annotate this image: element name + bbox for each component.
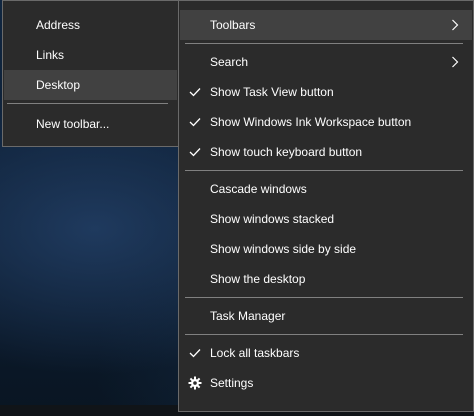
- menu-separator: [185, 43, 463, 44]
- submenu-item-label: Address: [36, 18, 81, 32]
- submenu-item-label: Desktop: [36, 78, 81, 92]
- menu-separator: [185, 297, 463, 298]
- menu-item-label: Toolbars: [210, 18, 256, 32]
- menu-item-label: Settings: [210, 376, 254, 390]
- menu-item-windows-side-by-side[interactable]: Show windows side by side: [180, 234, 472, 264]
- checkmark-icon: [187, 77, 203, 107]
- submenu-item-desktop[interactable]: Desktop: [4, 70, 177, 100]
- menu-item-label: Show the desktop: [210, 272, 306, 286]
- menu-item-show-touch-keyboard[interactable]: Show touch keyboard button: [180, 137, 472, 167]
- menu-item-label: Show Windows Ink Workspace button: [210, 115, 412, 129]
- toolbars-submenu: Address Links Desktop New toolbar...: [2, 0, 179, 147]
- chevron-right-icon: [450, 10, 460, 40]
- menu-item-label: Show windows stacked: [210, 212, 335, 226]
- menu-item-label: Show touch keyboard button: [210, 145, 363, 159]
- menu-item-label: Show Task View button: [210, 85, 334, 99]
- menu-separator: [185, 170, 463, 171]
- menu-item-settings[interactable]: Settings: [180, 368, 472, 398]
- menu-item-label: Search: [210, 55, 249, 69]
- menu-item-label: Lock all taskbars: [210, 346, 300, 360]
- menu-item-search[interactable]: Search: [180, 47, 472, 77]
- gear-icon: [187, 368, 203, 398]
- checkmark-icon: [187, 107, 203, 137]
- submenu-item-new-toolbar[interactable]: New toolbar...: [4, 109, 177, 139]
- menu-item-show-desktop[interactable]: Show the desktop: [180, 264, 472, 294]
- menu-item-windows-stacked[interactable]: Show windows stacked: [180, 204, 472, 234]
- menu-separator: [185, 334, 463, 335]
- chevron-right-icon: [450, 47, 460, 77]
- menu-item-task-manager[interactable]: Task Manager: [180, 301, 472, 331]
- submenu-item-label: New toolbar...: [36, 117, 110, 131]
- checkmark-icon: [187, 137, 203, 167]
- checkmark-icon: [187, 338, 203, 368]
- menu-item-toolbars[interactable]: Toolbars: [180, 10, 472, 40]
- menu-item-label: Task Manager: [210, 309, 286, 323]
- submenu-item-links[interactable]: Links: [4, 40, 177, 70]
- menu-item-lock-taskbars[interactable]: Lock all taskbars: [180, 338, 472, 368]
- menu-item-label: Cascade windows: [210, 182, 307, 196]
- menu-item-show-ink-workspace[interactable]: Show Windows Ink Workspace button: [180, 107, 472, 137]
- menu-item-label: Show windows side by side: [210, 242, 357, 256]
- menu-separator: [7, 103, 168, 104]
- submenu-item-address[interactable]: Address: [4, 10, 177, 40]
- menu-item-cascade-windows[interactable]: Cascade windows: [180, 174, 472, 204]
- taskbar-context-menu: Toolbars Search Show Task View button Sh…: [178, 0, 474, 412]
- menu-item-show-task-view[interactable]: Show Task View button: [180, 77, 472, 107]
- submenu-item-label: Links: [36, 48, 65, 62]
